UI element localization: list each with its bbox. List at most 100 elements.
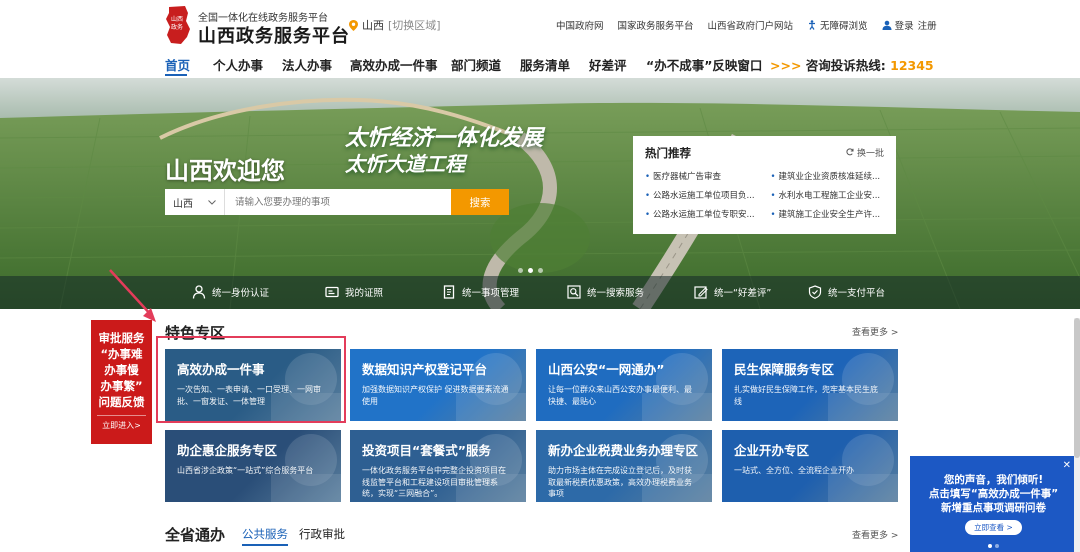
feature-card[interactable]: 投资项目“套餐式”服务 一体化政务服务平台中完整企投资项目在线监管平台和工程建设项… — [350, 430, 526, 502]
feature-card[interactable]: 新办企业税费业务办理专区 助力市场主体在完成设立登记后，及时获取最新税费优惠政策，… — [536, 430, 712, 502]
link-gov-cn[interactable]: 中国政府网 — [556, 18, 604, 32]
search-region-value: 山西 — [173, 198, 193, 210]
hot-item[interactable]: 公路水运施工单位项目负... — [645, 189, 757, 201]
hot-item[interactable]: 公路水运施工单位专职安... — [645, 208, 757, 220]
nav-corporate[interactable]: 法人办事 — [282, 55, 332, 74]
quick-evaluation[interactable]: 统一“好差评” — [694, 285, 771, 299]
user-icon — [192, 285, 206, 299]
feature-card-desc: 扎实做好民生保障工作，兜牢基本民生底线 — [734, 385, 878, 406]
search-input[interactable] — [225, 189, 451, 215]
hot-item[interactable]: 建筑业企业资质核准延续... — [771, 170, 883, 182]
nav-active-indicator — [165, 74, 187, 76]
hotline-number: 12345 — [890, 58, 934, 73]
header: 山西 政务 全国一体化在线政务服务平台 山西政务服务平台 山西 [切换区域] 中… — [0, 0, 1080, 48]
shanxi-logo-icon[interactable]: 山西 政务 — [163, 5, 193, 45]
feature-card-title: 民生保障服务专区 — [734, 362, 835, 377]
highlight-box — [156, 336, 346, 423]
quick-service-bar: 统一身份认证 我的证照 统一事项管理 统一搜索服务 统一“好差评” 统一支付平台 — [0, 276, 1080, 309]
feedback-enter-link[interactable]: 立即进入> — [97, 415, 146, 431]
survey-popup[interactable]: ✕ 您的声音，我们倾听! 点击填写“高效办成一件事” 新增重点事项调研问卷 立即… — [910, 456, 1077, 552]
quick-identity[interactable]: 统一身份认证 — [192, 285, 269, 299]
feature-card[interactable]: 助企惠企服务专区 山西省涉企政策“一站式”综合服务平台 — [165, 430, 341, 502]
hero-slogan-sub: 太忻大道工程 — [345, 152, 465, 176]
survey-pager — [988, 544, 999, 548]
quick-item-management[interactable]: 统一事项管理 — [442, 285, 519, 299]
feedback-line: 办事慢 — [104, 363, 139, 377]
pager-dot[interactable] — [995, 544, 999, 548]
feedback-line: 审批服务 — [98, 331, 145, 345]
carousel-dot[interactable] — [528, 268, 533, 273]
link-national-platform[interactable]: 国家政务服务平台 — [618, 18, 694, 32]
quick-license[interactable]: 我的证照 — [325, 285, 383, 299]
main-nav: 首页 个人办事 法人办事 高效办成一件事 部门频道 服务清单 好差评 “办不成事… — [0, 48, 1080, 78]
document-icon — [443, 285, 455, 299]
nav-complaint-window[interactable]: “办不成事”反映窗口 — [646, 55, 762, 74]
welcome-heading: 山西欢迎您 — [165, 157, 285, 185]
quick-label: 统一身份认证 — [212, 288, 270, 299]
site-title[interactable]: 山西政务服务平台 — [198, 22, 350, 48]
hot-item[interactable]: 水利水电工程施工企业安... — [771, 189, 883, 201]
quick-label: 统一“好差评” — [714, 288, 772, 299]
tab-admin-approval[interactable]: 行政审批 — [299, 526, 345, 542]
carousel-dot[interactable] — [538, 268, 543, 273]
chevron-down-icon — [208, 199, 216, 205]
carousel-dot[interactable] — [518, 268, 523, 273]
feature-card-title: 助企惠企服务专区 — [177, 443, 278, 458]
feature-card-desc: 一站式、全方位、全流程企业开办 — [734, 466, 854, 475]
quick-label: 统一搜索服务 — [587, 288, 645, 299]
hotline-label: 咨询投诉热线: — [805, 58, 886, 73]
pager-dot[interactable] — [988, 544, 992, 548]
feedback-line: “办事难 — [100, 347, 143, 361]
nav-home[interactable]: 首页 — [165, 55, 190, 74]
feature-card-desc: 一体化政务服务平台中完整企投资项目在线监管平台和工程建设项目审批管理系统，实现“… — [362, 466, 506, 498]
feedback-line: 办事繁” — [100, 379, 143, 393]
feature-card-desc: 让每一位群众来山西公安办事最便利、最快捷、最贴心 — [548, 385, 692, 406]
location-name: 山西 — [362, 19, 384, 32]
province-more-link[interactable]: 查看更多 > — [852, 528, 898, 541]
edit-icon — [694, 286, 708, 299]
feature-card[interactable]: 企业开办专区一站式、全方位、全流程企业开办 — [722, 430, 898, 502]
feature-card-desc: 助力市场主体在完成设立登记后，及时获取最新税费优惠政策，高效办理税费业务事项 — [548, 466, 692, 498]
nav-one-thing[interactable]: 高效办成一件事 — [350, 55, 438, 74]
feature-card[interactable]: 数据知识产权登记平台 加强数据知识产权保护 促进数据要素流通使用 — [350, 349, 526, 421]
hot-item[interactable]: 医疗器械广告审查 — [645, 170, 757, 182]
quick-label: 统一支付平台 — [828, 288, 886, 299]
carousel-dots — [518, 268, 543, 273]
feature-card[interactable]: 山西公安“一网通办” 让每一位群众来山西公安办事最便利、最快捷、最贴心 — [536, 349, 712, 421]
top-links: 中国政府网 国家政务服务平台 山西省政府门户网站 无障碍浏览 登录 注册 — [556, 18, 937, 32]
feature-more-link[interactable]: 查看更多 > — [852, 325, 898, 338]
hot-item[interactable]: 建筑施工企业安全生产许... — [771, 208, 883, 220]
feature-card-title: 企业开办专区 — [734, 443, 810, 458]
search-button[interactable]: 搜索 — [451, 189, 509, 215]
location-selector[interactable]: 山西 [切换区域] — [349, 17, 441, 33]
feature-card[interactable]: 民生保障服务专区扎实做好民生保障工作，兜牢基本民生底线 — [722, 349, 898, 421]
accessibility-icon — [809, 20, 816, 30]
survey-view-button[interactable]: 立即查看 > — [965, 520, 1022, 535]
hot-list: 医疗器械广告审查 建筑业企业资质核准延续... 公路水运施工单位项目负... 水… — [645, 170, 884, 220]
search-icon — [567, 285, 581, 299]
province-section-title: 全省通办 — [165, 526, 226, 544]
tab-public-service[interactable]: 公共服务 — [242, 526, 288, 546]
scrollbar-thumb[interactable] — [1074, 318, 1080, 458]
scrollbar[interactable] — [1074, 318, 1080, 552]
feedback-widget[interactable]: 审批服务 “办事难 办事慢 办事繁” 问题反馈 立即进入> — [91, 320, 152, 444]
quick-search-service[interactable]: 统一搜索服务 — [567, 285, 644, 299]
survey-line: 您的声音，我们倾听! — [943, 474, 1044, 486]
login-link[interactable]: 登录 — [882, 18, 914, 32]
search-region-select[interactable]: 山西 — [165, 189, 225, 215]
hero-landscape-image — [0, 78, 1080, 309]
feature-card-title: 山西公安“一网通办” — [548, 362, 665, 377]
refresh-icon — [846, 148, 854, 156]
close-icon[interactable]: ✕ — [1063, 460, 1071, 471]
nav-personal[interactable]: 个人办事 — [213, 55, 263, 74]
link-shanxi-portal[interactable]: 山西省政府门户网站 — [708, 18, 794, 32]
quick-payment[interactable]: 统一支付平台 — [808, 285, 885, 299]
switch-region-link[interactable]: [切换区域] — [388, 17, 441, 33]
nav-departments[interactable]: 部门频道 — [451, 55, 501, 74]
nav-evaluation[interactable]: 好差评 — [589, 55, 627, 74]
login-label: 登录 — [894, 21, 914, 32]
refresh-button[interactable]: 换一批 — [846, 146, 884, 159]
accessibility-link[interactable]: 无障碍浏览 — [807, 18, 868, 32]
register-link[interactable]: 注册 — [918, 18, 937, 32]
nav-service-list[interactable]: 服务清单 — [520, 55, 570, 74]
